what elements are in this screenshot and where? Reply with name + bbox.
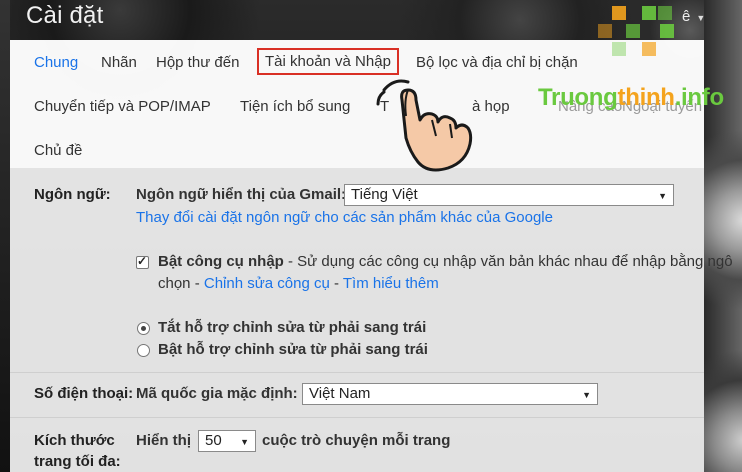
section-divider: [10, 417, 704, 418]
tab-forwarding-pop-imap[interactable]: Chuyển tiếp và POP/IMAP: [34, 98, 211, 115]
account-initial: ê: [682, 8, 691, 25]
tab-filters-blocked[interactable]: Bộ lọc và địa chỉ bị chặn: [416, 54, 578, 71]
checkmark-icon: ✓: [137, 254, 148, 268]
watermark-logo-icon: [598, 6, 682, 76]
learn-more-link[interactable]: Tìm hiểu thêm: [343, 275, 439, 292]
tab-inbox[interactable]: Hộp thư đến: [156, 54, 239, 71]
watermark-part3: .info: [674, 84, 724, 111]
page-title: Cài đặt: [26, 2, 104, 29]
language-label: Ngôn ngữ:: [34, 186, 111, 203]
hand-pointer-icon: [376, 79, 473, 172]
input-tools-line2: chọn - Chỉnh sửa công cụ - Tìm hiểu thêm: [158, 275, 439, 292]
page-size-suffix: cuộc trò chuyện mỗi trang: [262, 432, 451, 449]
rtl-off-radio[interactable]: [137, 322, 150, 335]
background-photo-left: [0, 0, 10, 472]
tab-labels[interactable]: Nhãn: [101, 54, 137, 71]
input-tools-checkbox[interactable]: ✓: [136, 254, 149, 269]
display-language-select[interactable]: Tiếng Việt ▼: [344, 184, 674, 206]
edit-tools-link[interactable]: Chỉnh sửa công cụ: [204, 275, 330, 292]
show-label: Hiển thị: [136, 432, 191, 449]
input-tools-desc2: chọn -: [158, 275, 204, 292]
page-size-label-line2: trang tối đa:: [34, 453, 121, 470]
watermark-part2: thinh: [617, 84, 675, 111]
rtl-off-label: Tắt hỗ trợ chỉnh sửa từ phải sang trái: [158, 319, 427, 336]
dropdown-arrow-icon: ▼: [658, 191, 667, 201]
watermark-part1: Truong: [538, 84, 618, 111]
tab-addons[interactable]: Tiện ích bổ sung: [240, 98, 350, 115]
dropdown-arrow-icon: ▼: [582, 390, 591, 400]
input-tools-label: Bật công cụ nhập: [158, 253, 284, 270]
display-language-value: Tiếng Việt: [351, 186, 418, 203]
rtl-on-radio[interactable]: [137, 344, 150, 357]
input-tools-line: Bật công cụ nhập - Sử dụng các công cụ n…: [158, 253, 733, 270]
country-code-select[interactable]: Việt Nam ▼: [302, 383, 598, 405]
account-menu[interactable]: ê ▼: [682, 8, 705, 25]
change-language-link[interactable]: Thay đổi cài đặt ngôn ngữ cho các sản ph…: [136, 209, 553, 226]
tab-general[interactable]: Chung: [34, 54, 78, 71]
page-size-label-line1: Kích thước: [34, 432, 115, 449]
link-separator: -: [329, 275, 343, 292]
watermark-logo: Truongthinh.info: [538, 84, 724, 112]
background-photo-right: [704, 0, 742, 472]
tab-themes[interactable]: Chủ đề: [34, 142, 82, 159]
input-tools-desc: - Sử dụng các công cụ nhập văn bản khác …: [283, 253, 733, 270]
page-size-value: 50: [205, 432, 222, 449]
page-size-select[interactable]: 50 ▼: [198, 430, 256, 452]
section-divider: [10, 372, 704, 373]
rtl-on-label: Bật hỗ trợ chỉnh sửa từ phải sang trái: [158, 341, 428, 358]
dropdown-arrow-icon: ▼: [240, 437, 249, 447]
country-code-label: Mã quốc gia mặc định:: [136, 385, 298, 402]
display-language-label: Ngôn ngữ hiển thị của Gmail:: [136, 186, 347, 203]
tab-accounts-import[interactable]: Tài khoản và Nhập: [257, 48, 399, 75]
phone-label: Số điện thoại:: [34, 385, 134, 402]
chevron-down-icon: ▼: [696, 13, 706, 23]
country-code-value: Việt Nam: [309, 385, 371, 402]
